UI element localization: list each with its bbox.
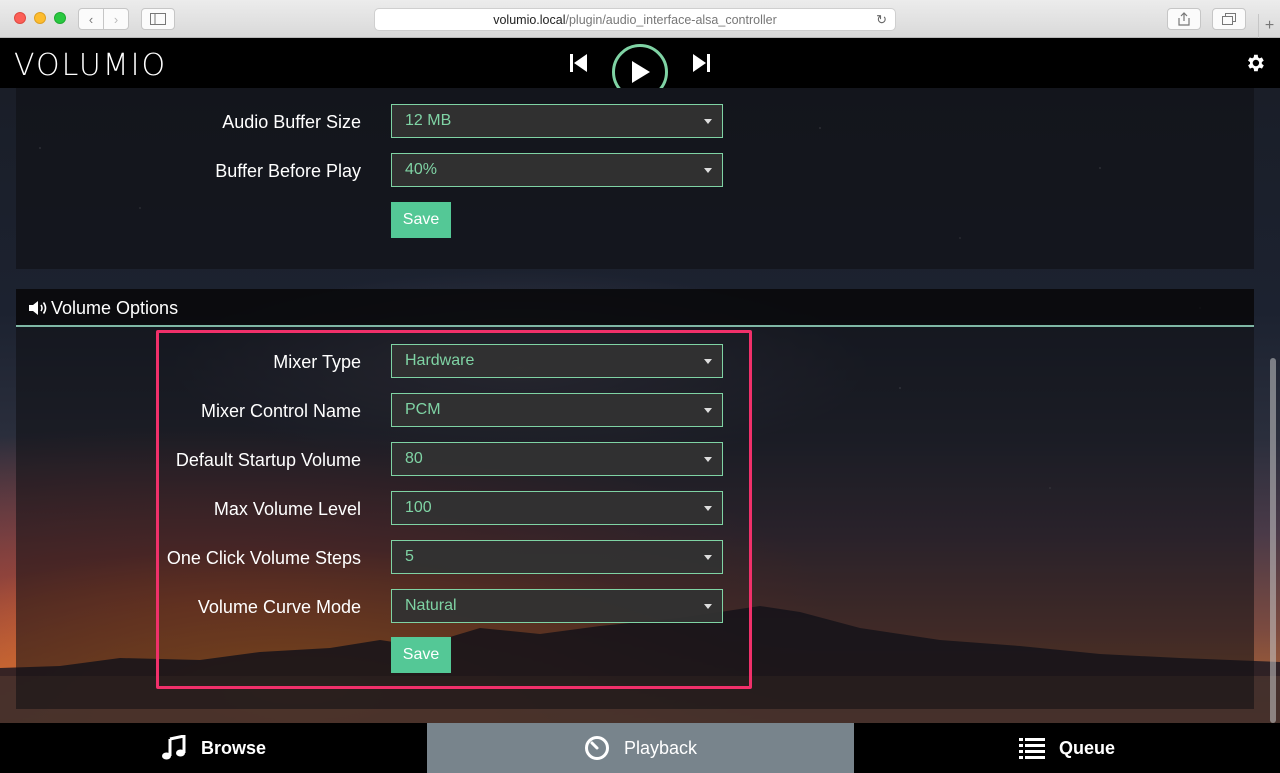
previous-icon[interactable] [568,52,590,74]
volume-options-title: Volume Options [51,298,179,318]
gear-icon[interactable] [1244,52,1266,74]
volume-curve-mode-label: Volume Curve Mode [197,597,361,617]
volume-options-header[interactable]: Volume Options [16,289,1254,327]
tab-playback[interactable]: Playback [427,723,854,773]
tab-browse[interactable]: Browse [0,723,427,773]
audio-buffer-size-label: Audio Buffer Size [222,112,361,132]
tabs-icon [1222,13,1236,25]
playback-save-button[interactable]: Save [391,202,451,238]
sidebar-toggle-button[interactable] [141,8,175,30]
back-button[interactable]: ‹ [78,8,104,30]
caret-down-icon [704,457,712,462]
forward-button[interactable]: › [103,8,129,30]
max-volume-level-value: 100 [405,499,432,516]
volumio-logo: VOLUMIO [14,48,168,83]
buffer-before-play-value: 40% [405,161,438,178]
url-host: volumio.local [493,12,566,27]
caret-down-icon [704,359,712,364]
zoom-window-button[interactable] [54,12,66,24]
caret-down-icon [704,555,712,560]
buffer-before-play-label: Buffer Before Play [215,161,361,181]
volume-curve-mode-select[interactable]: Natural [391,589,723,623]
mixer-type-select[interactable]: Hardware [391,344,723,378]
playback-options-panel: Audio Buffer Size 12 MB Buffer Before Pl… [16,88,1254,269]
mixer-control-name-label: Mixer Control Name [200,401,361,421]
sidebar-icon [150,13,166,25]
max-volume-level-select[interactable]: 100 [391,491,723,525]
speaker-icon [29,301,47,315]
default-startup-volume-select[interactable]: 80 [391,442,723,476]
browser-toolbar: ‹ › volumio.local/plugin/audio_interface… [0,0,1280,38]
mixer-type-label: Mixer Type [273,352,361,372]
volume-options-panel: Volume Options Mixer Type Hardware Mixer… [16,289,1254,709]
volume-save-button[interactable]: Save [391,637,451,673]
tab-playback-label: Playback [623,737,698,758]
caret-down-icon [704,604,712,609]
bottom-navigation: Browse Playback Queue [0,723,1280,773]
chevron-right-icon: › [113,11,119,27]
settings-content: Audio Buffer Size 12 MB Buffer Before Pl… [0,88,1280,723]
page-scrollbar[interactable] [1270,358,1276,723]
one-click-volume-steps-value: 5 [405,548,414,565]
plus-icon: + [1264,17,1275,34]
chevron-left-icon: ‹ [88,11,94,27]
url-path: /plugin/audio_interface-alsa_controller [565,12,777,27]
audio-buffer-size-select[interactable]: 12 MB [391,104,723,138]
caret-down-icon [704,119,712,124]
buffer-before-play-select[interactable]: 40% [391,153,723,187]
mixer-control-name-select[interactable]: PCM [391,393,723,427]
close-window-button[interactable] [14,12,26,24]
caret-down-icon [704,168,712,173]
address-bar[interactable]: volumio.local/plugin/audio_interface-als… [374,8,896,31]
one-click-volume-steps-label: One Click Volume Steps [166,548,361,568]
share-icon [1178,12,1190,26]
mixer-control-name-value: PCM [405,401,441,418]
clock-icon [584,736,609,760]
default-startup-volume-value: 80 [405,450,423,467]
tab-queue-label: Queue [1058,737,1115,758]
caret-down-icon [704,408,712,413]
max-volume-level-label: Max Volume Level [213,499,361,519]
new-tab-button[interactable]: + [1258,14,1280,38]
audio-buffer-size-value: 12 MB [405,112,452,129]
mixer-type-value: Hardware [405,352,475,369]
one-click-volume-steps-select[interactable]: 5 [391,540,723,574]
list-icon [1018,738,1045,759]
tab-browse-label: Browse [200,737,267,758]
music-note-icon [161,735,186,760]
caret-down-icon [704,506,712,511]
app-header: VOLUMIO [0,38,1280,110]
tabs-overview-button[interactable] [1212,8,1246,30]
play-icon [632,61,650,83]
share-button[interactable] [1167,8,1201,30]
reload-icon[interactable]: ↻ [876,12,887,28]
tab-queue[interactable]: Queue [854,723,1280,773]
default-startup-volume-label: Default Startup Volume [175,450,361,470]
minimize-window-button[interactable] [34,12,46,24]
next-icon[interactable] [690,52,712,74]
volume-curve-mode-value: Natural [405,597,457,614]
